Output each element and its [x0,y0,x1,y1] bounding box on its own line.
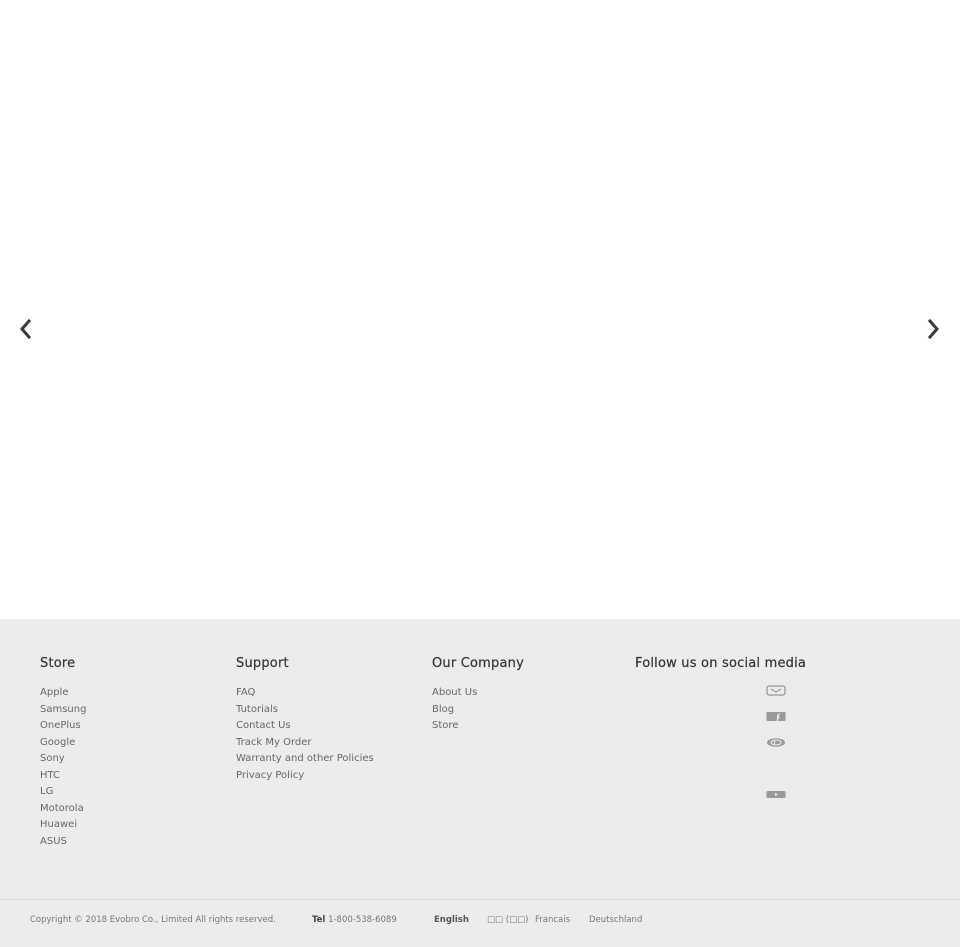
language-french[interactable]: Francais [535,915,570,925]
footer-link-about-us[interactable]: About Us [432,685,524,702]
footer-heading-support: Support [236,656,289,671]
footer-link-oneplus[interactable]: OnePlus [40,718,86,735]
hero-slider [0,0,960,619]
youtube-link[interactable] [766,789,786,800]
footer-link-huawei[interactable]: Huawei [40,817,86,834]
email-icon [766,685,786,696]
footer-link-lg[interactable]: LG [40,784,86,801]
language-english[interactable]: English [434,915,469,925]
telephone: Tel 1-800-538-6089 [312,915,397,925]
footer-link-htc[interactable]: HTC [40,768,86,785]
footer: Store Apple Samsung OnePlus Google Sony … [0,619,960,947]
email-link[interactable] [766,685,786,696]
footer-link-google[interactable]: Google [40,735,86,752]
footer-link-store[interactable]: Store [432,718,524,735]
tel-number: 1-800-538-6089 [328,915,397,925]
chevron-left-icon [20,318,32,340]
footer-link-contact-us[interactable]: Contact Us [236,718,374,735]
footer-divider [0,899,960,900]
footer-link-tutorials[interactable]: Tutorials [236,702,374,719]
chevron-right-icon [927,318,939,340]
footer-column-support: Support FAQ Tutorials Contact Us Track M… [236,656,374,784]
footer-column-social: Follow us on social media [635,656,807,798]
footer-link-samsung[interactable]: Samsung [40,702,86,719]
youtube-icon [766,791,786,798]
copyright-text: Copyright © 2018 Evobro Co., Limited All… [30,915,276,925]
footer-link-track-order[interactable]: Track My Order [236,735,374,752]
footer-heading-social: Follow us on social media [635,656,807,671]
weibo-icon [767,738,785,747]
footer-heading-store: Store [40,656,76,671]
language-german[interactable]: Deutschland [589,915,642,925]
slider-next-button[interactable] [921,317,945,341]
footer-link-warranty[interactable]: Warranty and other Policies [236,751,374,768]
footer-link-motorola[interactable]: Motorola [40,801,86,818]
slider-prev-button[interactable] [14,317,38,341]
footer-column-company: Our Company About Us Blog Store [432,656,524,735]
footer-link-blog[interactable]: Blog [432,702,524,719]
weibo-link[interactable] [766,737,786,748]
footer-link-sony[interactable]: Sony [40,751,86,768]
footer-bottom-bar: Copyright © 2018 Evobro Co., Limited All… [0,911,960,931]
facebook-icon [766,712,786,721]
footer-link-privacy[interactable]: Privacy Policy [236,768,374,785]
footer-link-asus[interactable]: ASUS [40,834,86,851]
footer-column-store: Store Apple Samsung OnePlus Google Sony … [40,656,87,851]
footer-link-apple[interactable]: Apple [40,685,86,702]
footer-link-faq[interactable]: FAQ [236,685,374,702]
footer-heading-company: Our Company [432,656,524,671]
facebook-link[interactable] [766,711,786,722]
language-chinese[interactable]: □□ (□□) [487,915,528,925]
tel-label: Tel [312,915,326,925]
